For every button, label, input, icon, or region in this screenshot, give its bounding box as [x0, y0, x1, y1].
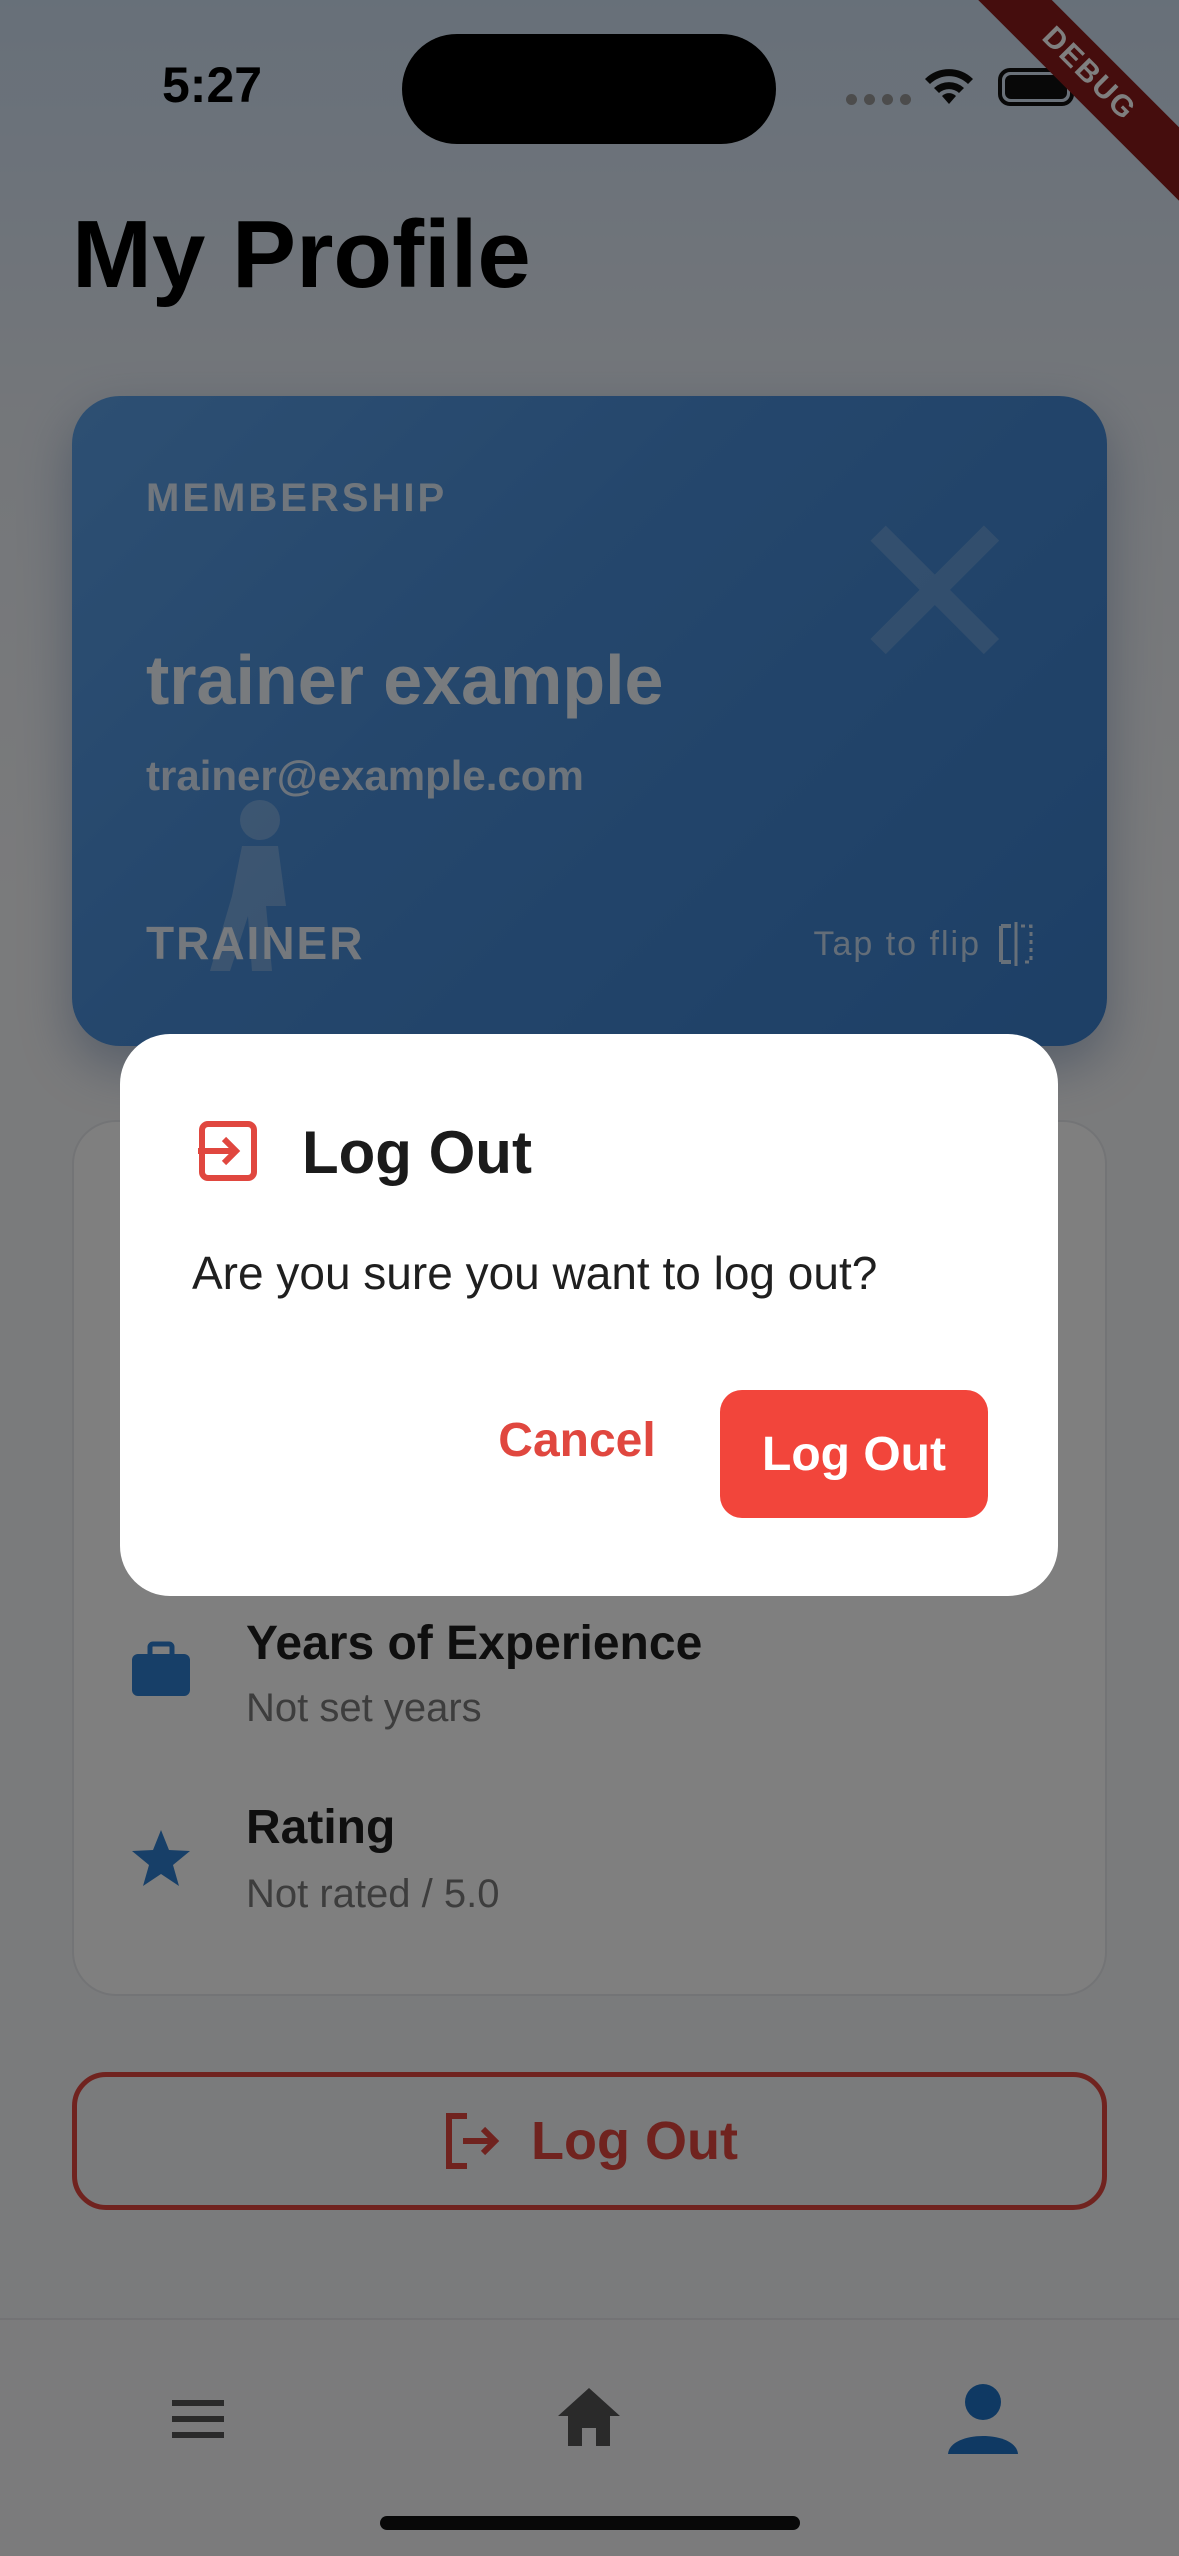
dialog-message: Are you sure you want to log out? [192, 1247, 878, 1299]
cancel-button[interactable]: Cancel [472, 1390, 682, 1490]
confirm-logout-button[interactable]: Log Out [720, 1390, 988, 1518]
logout-icon [198, 1121, 257, 1181]
logout-dialog: Log Out Are you sure you want to log out… [120, 1034, 1058, 1596]
dialog-title: Log Out [302, 1119, 532, 1186]
